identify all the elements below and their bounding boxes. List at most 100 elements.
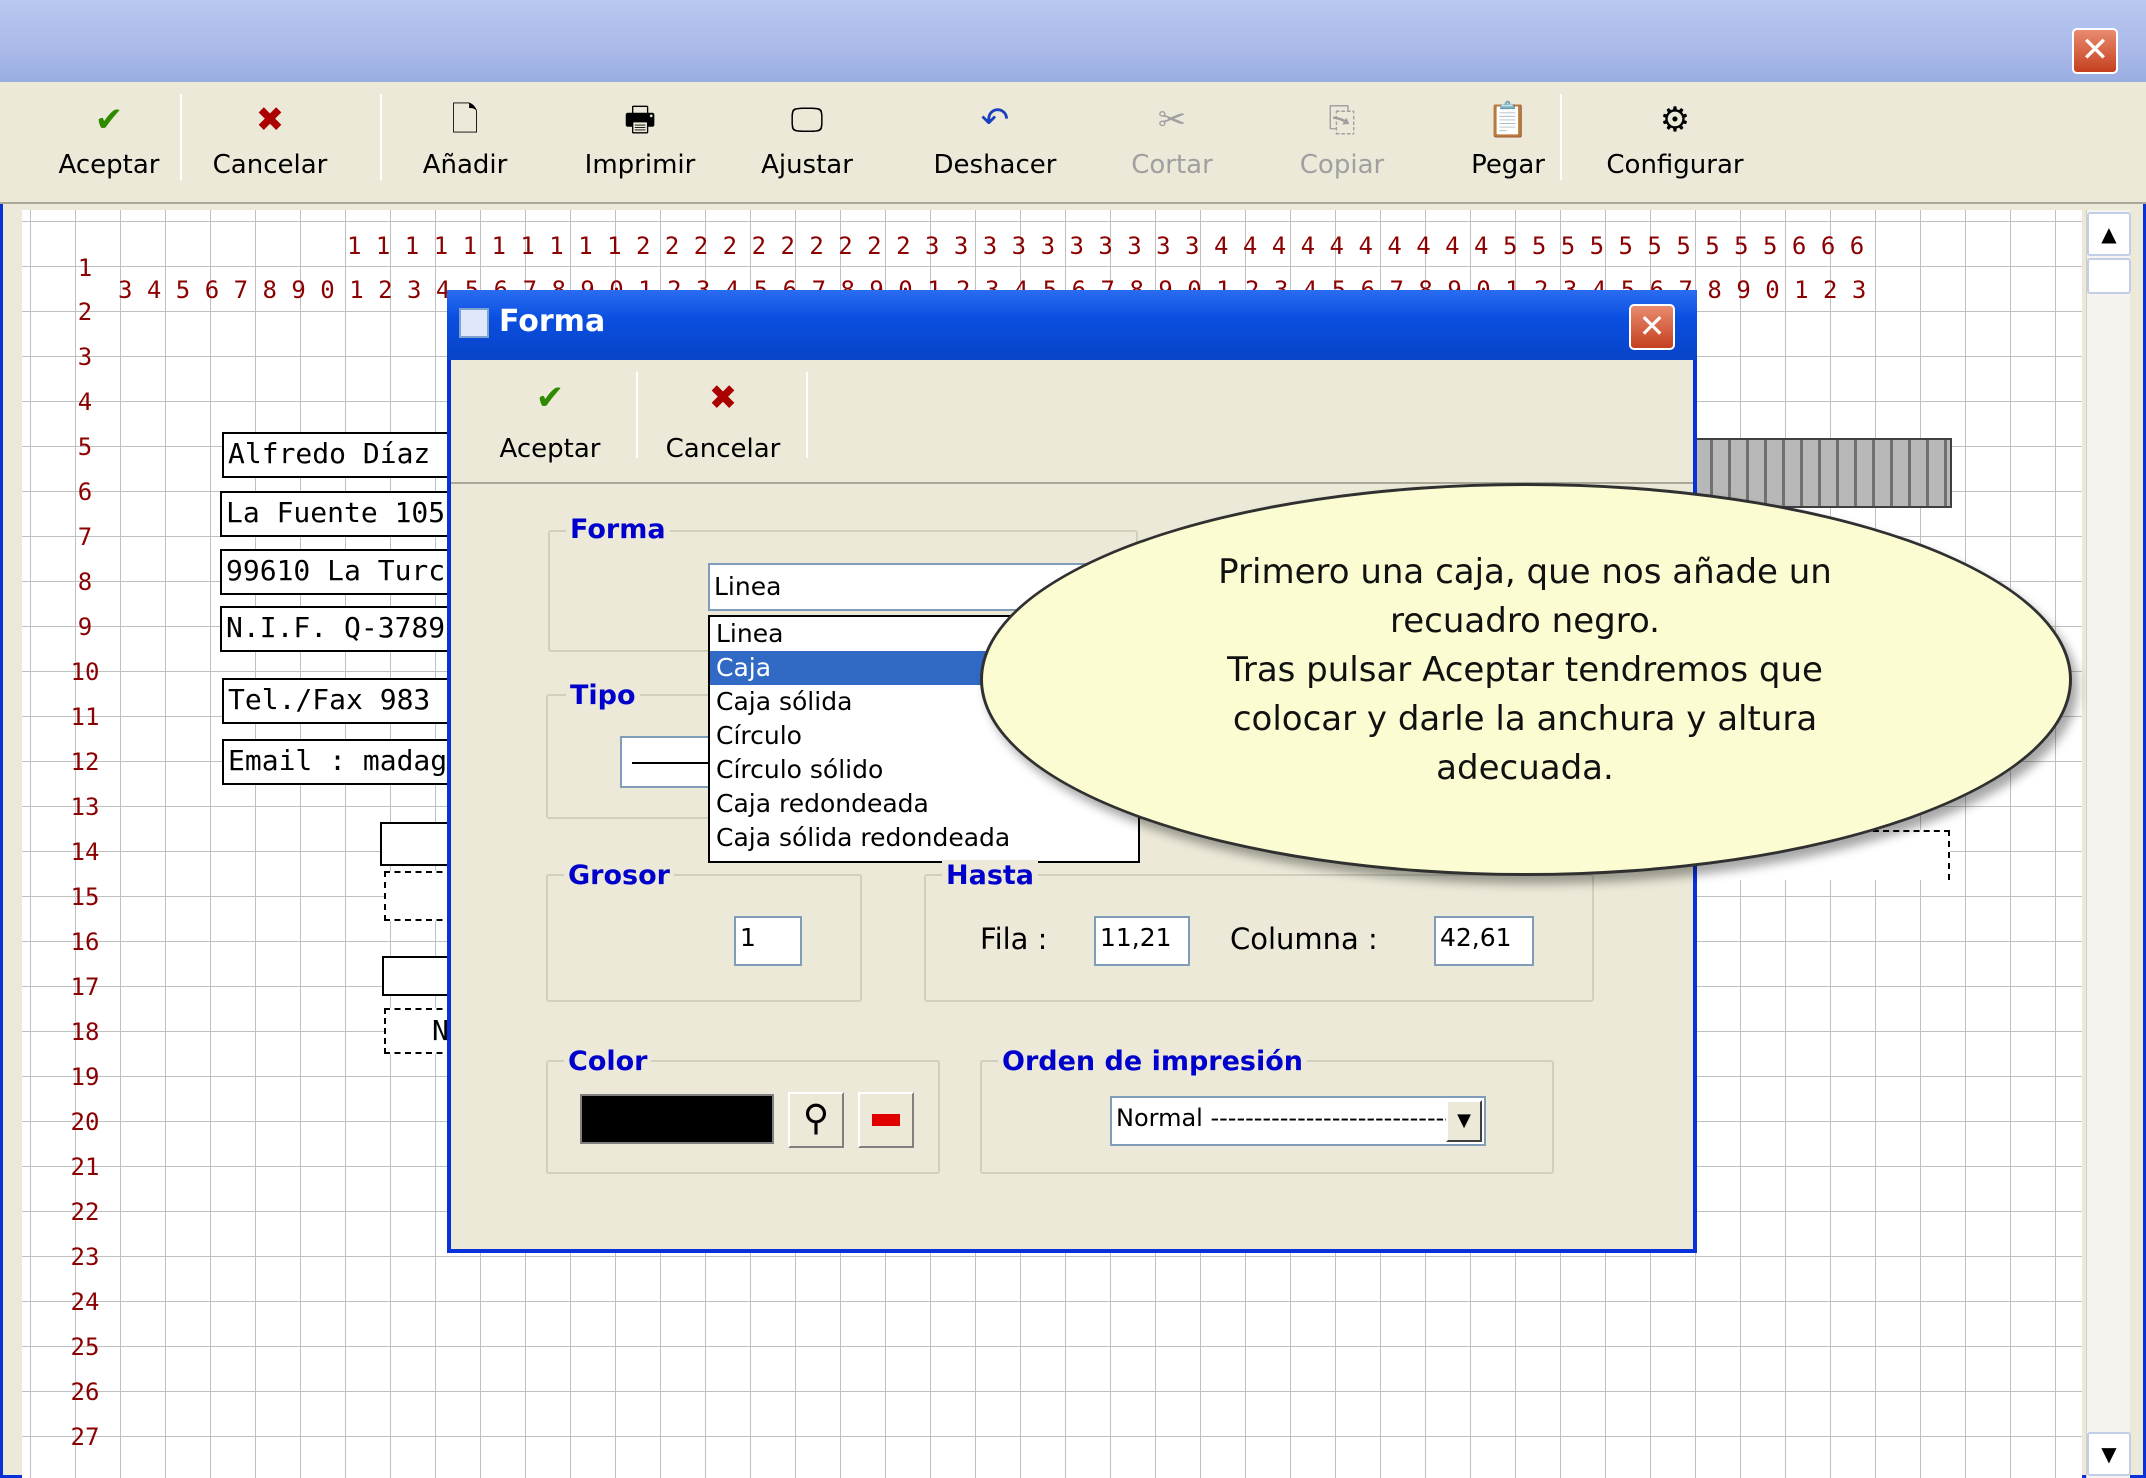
grosor-group-label: Grosor (564, 860, 674, 891)
row-label: 3 (77, 343, 93, 371)
vertical-scrollbar[interactable]: ▲ ▼ (2086, 210, 2131, 1478)
dialog-app-icon (459, 308, 489, 338)
toolbar-deshacer-icon: ↶ (980, 100, 1010, 140)
scroll-down-button[interactable]: ▼ (2087, 1432, 2131, 1476)
ruler-row-label: 1 (77, 254, 93, 282)
orden-select-value: Normal ------------------------------ (1116, 1104, 1471, 1132)
magnifier-icon[interactable]: ⚲ (788, 1092, 844, 1148)
toolbar-separator (1560, 94, 1562, 180)
dialog-title: Forma (499, 304, 606, 339)
row-label: 25 (70, 1333, 100, 1361)
toolbar-pegar-icon: 📋 (1486, 100, 1530, 140)
toolbar-pegar-button[interactable]: 📋 Pegar (1448, 82, 1568, 192)
row-label: 4 (77, 388, 93, 416)
toolbar-pegar-label: Pegar (1471, 150, 1545, 180)
toolbar-cortar-label: Cortar (1131, 150, 1213, 180)
row-label: 21 (70, 1153, 100, 1181)
toolbar: ✔ Aceptar ✖ Cancelar 🗋 Añadir 🖶 Imprimir 🖵 Ajusta… (0, 82, 2146, 204)
toolbar-copiar-button[interactable]: ⎘ Copiar (1280, 82, 1404, 192)
row-label: 24 (70, 1288, 100, 1316)
toolbar-aceptar-button[interactable]: ✔ Aceptar (44, 82, 174, 192)
fila-input[interactable]: 11,21 (1094, 916, 1190, 966)
row-label: 9 (77, 613, 93, 641)
row-label: 16 (70, 928, 100, 956)
row-label: 6 (77, 478, 93, 506)
orden-select[interactable]: Normal ------------------------------ (1110, 1096, 1486, 1146)
callout-line: recuadro negro. (1390, 601, 1660, 641)
toolbar-configurar-icon: ⚙ (1659, 100, 1691, 140)
field-city[interactable]: 99610 La Turc (220, 549, 472, 595)
color-swatch[interactable] (580, 1094, 774, 1144)
color-group-label: Color (564, 1046, 652, 1077)
toolbar-ajustar-label: Ajustar (761, 150, 853, 180)
callout-line: Primero una caja, que nos añade un (1218, 552, 1832, 592)
field-phone[interactable]: Tel./Fax 983 (222, 678, 472, 724)
chevron-down-icon[interactable]: ▼ (1446, 1100, 1482, 1142)
row-label: 14 (70, 838, 100, 866)
columna-input[interactable]: 42,61 (1434, 916, 1534, 966)
dialog-close-button[interactable]: ✕ (1629, 304, 1675, 350)
ruler-tens-row: 1 1 1 1 1 1 1 1 1 1 2 2 2 2 2 2 2 2 2 2 … (347, 232, 1865, 260)
toolbar-copiar-label: Copiar (1299, 150, 1385, 180)
check-icon: ✔ (535, 378, 565, 418)
row-label: 27 (70, 1423, 100, 1451)
row-label: 17 (70, 973, 100, 1001)
row-label: 7 (77, 523, 93, 551)
toolbar-cancelar-button[interactable]: ✖ Cancelar (200, 82, 340, 192)
callout-line: colocar y darle la anchura y altura (1232, 699, 1818, 739)
field-name[interactable]: Alfredo Díaz (222, 432, 472, 478)
x-icon: ✖ (708, 378, 738, 418)
window-close-button[interactable]: ✕ (2072, 28, 2118, 74)
row-label: 23 (70, 1243, 100, 1271)
tipo-select[interactable] (620, 736, 720, 788)
dialog-toolbar-separator-2 (806, 372, 808, 458)
orden-group-label: Orden de impresión (998, 1046, 1308, 1077)
row-label: 12 (70, 748, 100, 776)
toolbar-cancelar-label: Cancelar (212, 150, 328, 180)
row-label: 8 (77, 568, 93, 596)
forma-option[interactable]: Caja sólida redondeada (710, 821, 1138, 855)
toolbar-añadir-label: Añadir (422, 150, 508, 180)
red-swatch-icon (872, 1114, 900, 1126)
toolbar-imprimir-label: Imprimir (584, 150, 696, 180)
grosor-input[interactable]: 1 (734, 916, 802, 966)
dialog-accept-button[interactable]: ✔ Aceptar (488, 374, 612, 484)
row-label: 13 (70, 793, 100, 821)
row-label: 26 (70, 1378, 100, 1406)
callout-text: Primero una caja, que nos añade un recuad… (1070, 548, 1980, 793)
dialog-accept-label: Aceptar (499, 434, 601, 464)
toolbar-cortar-button[interactable]: ✂ Cortar (1110, 82, 1234, 192)
columna-label: Columna : (1230, 922, 1378, 956)
row-label: 22 (70, 1198, 100, 1226)
toolbar-copiar-icon: ⎘ (1328, 100, 1356, 140)
field-nif[interactable]: N.I.F. Q-3789 (220, 606, 472, 652)
toolbar-aceptar-label: Aceptar (58, 150, 160, 180)
row-label: 19 (70, 1063, 100, 1091)
toolbar-imprimir-button[interactable]: 🖶 Imprimir (570, 82, 710, 192)
toolbar-separator (380, 94, 382, 180)
callout-line: Tras pulsar Aceptar tendremos que (1227, 650, 1823, 690)
title-bar (0, 0, 2146, 82)
grosor-group (546, 874, 862, 1002)
field-email[interactable]: Email : madaga (222, 739, 472, 785)
toolbar-añadir-button[interactable]: 🗋 Añadir (400, 82, 530, 192)
scroll-up-button[interactable]: ▲ (2087, 212, 2131, 256)
toolbar-añadir-icon: 🗋 (451, 100, 479, 140)
dialog-cancel-label: Cancelar (665, 434, 781, 464)
toolbar-configurar-button[interactable]: ⚙ Configurar (1590, 82, 1760, 192)
toolbar-ajustar-button[interactable]: 🖵 Ajustar (744, 82, 870, 192)
dialog-cancel-button[interactable]: ✖ Cancelar (656, 374, 790, 484)
dialog-title-bar: Forma ✕ (447, 290, 1697, 360)
scroll-thumb[interactable] (2087, 258, 2131, 294)
toolbar-cancelar-icon: ✖ (255, 100, 285, 140)
row-label: 11 (70, 703, 100, 731)
row-label: 18 (70, 1018, 100, 1046)
toolbar-cortar-icon: ✂ (1157, 100, 1187, 140)
color-picker-button[interactable] (858, 1092, 914, 1148)
field-address[interactable]: La Fuente 105 (220, 491, 472, 537)
hasta-group-label: Hasta (942, 860, 1039, 891)
toolbar-deshacer-button[interactable]: ↶ Deshacer (920, 82, 1070, 192)
row-label: 15 (70, 883, 100, 911)
callout-line: adecuada. (1436, 748, 1614, 788)
row-label: 5 (77, 433, 93, 461)
